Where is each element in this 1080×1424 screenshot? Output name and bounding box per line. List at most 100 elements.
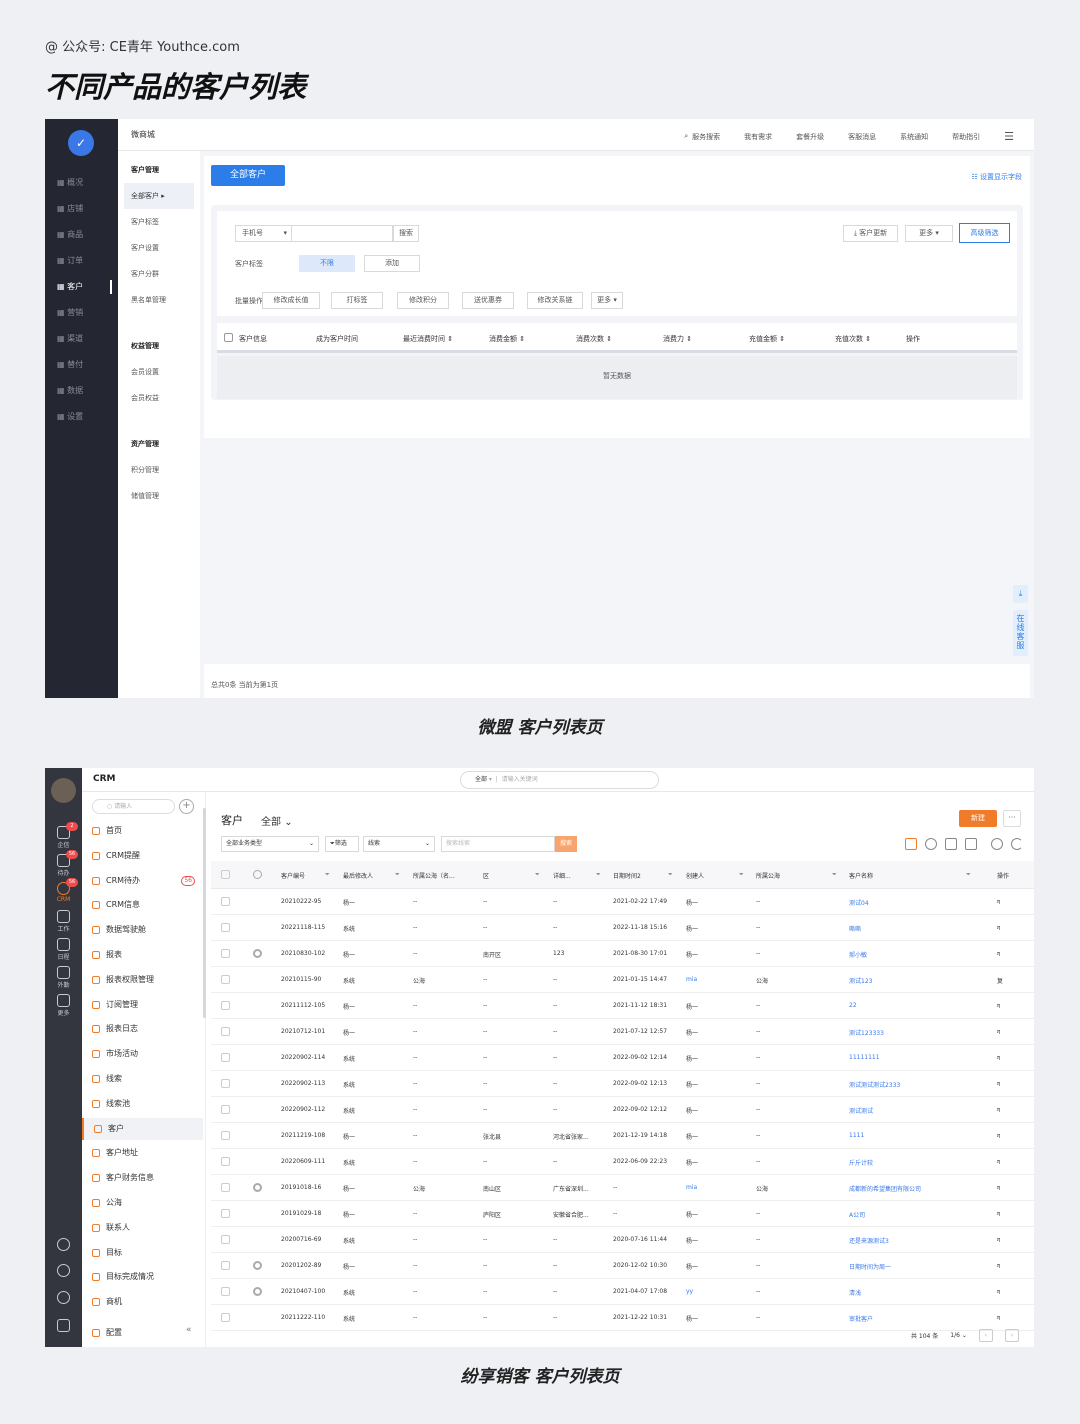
prev-page-button[interactable]: ‹ (978, 1329, 993, 1342)
display-fields-link[interactable]: ☷ 设置显示字段 (971, 172, 1022, 182)
scope-dropdown[interactable]: 全部 ⌄ (261, 813, 293, 828)
table-cell[interactable]: mia (686, 976, 697, 983)
next-page-button[interactable]: › (1004, 1329, 1019, 1342)
more-button[interactable]: ··· (1003, 810, 1021, 827)
row-checkbox[interactable] (221, 975, 230, 984)
collapse-icon[interactable]: « (186, 1325, 192, 1335)
row-checkbox[interactable] (221, 1001, 230, 1010)
table-cell[interactable]: 11111111 (849, 1054, 880, 1061)
avatar[interactable] (51, 778, 76, 803)
help-icon[interactable] (57, 1238, 70, 1251)
contacts-icon[interactable] (57, 1319, 70, 1332)
top-link[interactable]: 套餐升级 (796, 132, 824, 142)
top-link[interactable]: 客服消息 (848, 132, 876, 142)
nav-item[interactable]: ▦ 设置 (45, 407, 118, 427)
table-cell[interactable]: 测试测试 (849, 1106, 873, 1115)
batch-button[interactable]: 打标签 (331, 292, 383, 309)
funnel-icon[interactable]: ⏷ (832, 871, 837, 879)
clock-icon[interactable] (57, 1291, 70, 1304)
nav-item[interactable]: ▦ 渠道 (45, 329, 118, 349)
search-scope[interactable]: 全部 (475, 776, 487, 783)
refresh-icon[interactable] (1011, 838, 1023, 850)
table-row[interactable]: 20220902-112 系统 -- -- -- 2022-09-02 12:12 杨一 --… (211, 1097, 1034, 1123)
menu-item[interactable]: 订阅管理 (82, 994, 203, 1016)
table-cell[interactable]: 测试测试测试2333 (849, 1080, 900, 1089)
table-cell[interactable]: 郝小敏 (849, 950, 867, 959)
table-cell[interactable]: 1111 (849, 1132, 864, 1139)
table-row[interactable]: 20210830-102 杨一 -- 南开区 123 2021-08-30 17:01 杨一… (211, 941, 1034, 967)
menu-item[interactable]: 商机 (82, 1291, 203, 1313)
menu-item[interactable]: 客户 (82, 1117, 203, 1140)
table-cell[interactable]: 清浅 (849, 1288, 861, 1297)
menu-item[interactable]: CRM待办 56 (82, 870, 203, 892)
download-float-button[interactable]: ⤓ (1013, 585, 1028, 603)
table-cell[interactable]: 测试123333 (849, 1028, 884, 1037)
batch-button[interactable]: 更多 ▾ (591, 292, 623, 309)
column-header[interactable]: 充值次数 ⇕ (835, 334, 871, 344)
top-link[interactable]: 系统通知 (900, 132, 928, 142)
menu-scrollbar[interactable] (203, 808, 206, 1018)
menu-item[interactable]: 报表 (82, 944, 203, 966)
row-checkbox[interactable] (221, 923, 230, 932)
menu-item[interactable]: 数据驾驶舱 (82, 919, 203, 941)
batch-button[interactable]: 修改积分 (397, 292, 449, 309)
funnel-icon[interactable]: ⏷ (395, 871, 400, 879)
menu-item[interactable]: 客户财务信息 (82, 1167, 203, 1189)
sub-menu-item[interactable]: 客户分群 (118, 261, 200, 287)
row-checkbox[interactable] (221, 1261, 230, 1270)
column-header[interactable]: 日期时间2 (613, 871, 641, 880)
row-checkbox[interactable] (221, 1183, 230, 1192)
column-header[interactable]: 所属公海（名... (413, 871, 455, 880)
page-size-select[interactable]: 1/6 ⌄ (950, 1332, 967, 1339)
row-checkbox[interactable] (221, 1209, 230, 1218)
field-select[interactable]: 线索 ⌄ (363, 836, 435, 852)
funnel-icon[interactable]: ⏷ (325, 871, 330, 879)
table-row[interactable]: 20201202-89 杨一 -- -- -- 2020-12-02 10:30 杨一 -- 日… (211, 1253, 1034, 1279)
row-checkbox[interactable] (221, 949, 230, 958)
list-view-icon[interactable] (905, 838, 917, 850)
nav-item[interactable]: ▦ 订单 (45, 251, 118, 271)
customer-update-button[interactable]: ⤓ 客户更新 (843, 225, 898, 242)
row-checkbox[interactable] (221, 1313, 230, 1322)
table-cell[interactable]: 22 (849, 1002, 857, 1009)
menu-item[interactable]: CRM信息 (82, 894, 203, 916)
menu-item[interactable]: 目标 (82, 1242, 203, 1264)
tag-add-button[interactable]: 添加 (364, 255, 420, 272)
table-row[interactable]: 20210407-100 系统 -- -- -- 2021-04-07 17:08 yy --… (211, 1279, 1034, 1305)
tag-none-button[interactable]: 不限 (299, 255, 355, 272)
column-header[interactable]: 所属公海 (756, 871, 780, 880)
search-button[interactable]: 搜索 (393, 225, 419, 242)
nav-item[interactable]: ▦ 数据 (45, 381, 118, 401)
row-checkbox[interactable] (221, 897, 230, 906)
table-cell[interactable]: 成都新的希望集团有限公司 (849, 1184, 921, 1193)
menu-item[interactable]: 目标完成情况 (82, 1266, 203, 1288)
sub-menu-item[interactable]: 全部客户 ▸ (124, 183, 194, 209)
menu-item[interactable]: 线索池 (82, 1093, 203, 1115)
top-link[interactable]: 服务搜索 (692, 132, 720, 142)
table-cell[interactable]: yy (686, 1288, 693, 1295)
table-cell[interactable]: 测试04 (849, 898, 869, 907)
book-icon[interactable] (945, 838, 957, 850)
menu-item[interactable]: 线索 (82, 1068, 203, 1090)
table-cell[interactable]: 审批客户 (849, 1314, 873, 1323)
table-cell[interactable]: 日期时间为周一 (849, 1262, 891, 1271)
eye-icon[interactable] (991, 838, 1003, 850)
phone-select[interactable]: 手机号 ▾ (235, 225, 292, 242)
menu-item[interactable]: 客户地址 (82, 1142, 203, 1164)
column-header[interactable]: 客户编号 (281, 871, 305, 880)
gear-icon[interactable] (57, 1264, 70, 1277)
menu-item[interactable]: 首页 (82, 820, 203, 842)
select-all-checkbox[interactable] (224, 333, 233, 342)
nav-item[interactable]: ▦ 店铺 (45, 199, 118, 219)
column-header[interactable]: 最近消费时间 ⇕ (403, 334, 453, 344)
table-row[interactable]: 20210222-95 杨一 -- -- -- 2021-02-22 17:49 杨一 -- 测… (211, 889, 1034, 915)
global-search[interactable]: 全部 ▾ | 请输入关键词 (460, 771, 659, 789)
menu-item[interactable]: 市场活动 (82, 1043, 203, 1065)
table-row[interactable]: 20191018-16 杨一 公海 南山区 广东省深圳... -- mia 公海 成都新的希望集… (211, 1175, 1034, 1201)
nav-item[interactable]: ▦ 概况 (45, 173, 118, 193)
more-button[interactable]: 更多 ▾ (905, 225, 953, 242)
rail-item[interactable]: 外勤 (45, 966, 82, 989)
business-type-select[interactable]: 全部业务类型 ⌄ (221, 836, 319, 852)
funnel-icon[interactable]: ⏷ (668, 871, 673, 879)
nav-item[interactable]: ▦ 商品 (45, 225, 118, 245)
